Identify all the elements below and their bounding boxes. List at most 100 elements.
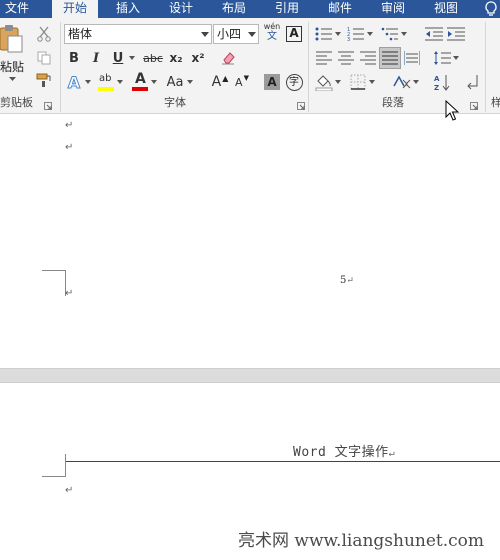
crop-mark xyxy=(42,270,66,271)
underline-dropdown-icon[interactable] xyxy=(128,48,136,68)
chinese-layout-icon[interactable] xyxy=(392,72,412,92)
superscript-button[interactable]: x² xyxy=(188,48,208,68)
borders-icon[interactable] xyxy=(348,72,368,92)
distributed-icon[interactable] xyxy=(402,48,422,68)
italic-button[interactable]: I xyxy=(86,48,106,68)
phonetic-top: wén xyxy=(263,22,281,31)
subscript-button[interactable]: x₂ xyxy=(166,48,186,68)
font-color-swatch xyxy=(132,87,148,91)
change-case-dropdown-icon[interactable] xyxy=(186,72,194,92)
font-color-dropdown-icon[interactable] xyxy=(150,72,158,92)
tab-design[interactable]: 设计 xyxy=(158,0,204,18)
tab-mailings[interactable]: 邮件 xyxy=(317,0,363,18)
tab-view[interactable]: 视图 xyxy=(423,0,469,18)
tab-home[interactable]: 开始 xyxy=(52,0,98,18)
paragraph-mark: ↵ xyxy=(65,120,74,131)
tab-references[interactable]: 引用 xyxy=(264,0,310,18)
page-gap xyxy=(0,368,500,383)
character-border-glyph: A xyxy=(286,26,302,42)
svg-text:Z: Z xyxy=(434,84,439,91)
paragraph-launcher-icon[interactable] xyxy=(470,99,478,110)
highlight-dropdown-icon[interactable] xyxy=(116,72,124,92)
footer-page-number[interactable]: 5↵ xyxy=(340,275,354,286)
font-group-label: 字体 xyxy=(164,96,186,109)
multilevel-dropdown-icon[interactable] xyxy=(400,24,408,44)
font-name-combo[interactable]: 楷体 xyxy=(64,24,212,44)
shading-icon[interactable] xyxy=(314,72,334,92)
numbering-icon[interactable]: 123 xyxy=(346,24,366,44)
line-spacing-dropdown-icon[interactable] xyxy=(452,48,460,68)
strikethrough-button[interactable]: abc xyxy=(142,48,164,68)
separator xyxy=(308,22,309,112)
header-text[interactable]: Word 文字操作↵ xyxy=(293,441,395,460)
align-left-icon[interactable] xyxy=(314,48,334,68)
highlight-button[interactable]: ab xyxy=(96,72,116,92)
line-spacing-icon[interactable] xyxy=(432,48,452,68)
format-painter-icon[interactable] xyxy=(34,70,54,90)
text-effect-glyph: A xyxy=(67,72,81,92)
paragraph-mark: ↵ xyxy=(65,288,74,299)
enclose-characters-button[interactable]: 字 xyxy=(284,72,304,92)
underline-button[interactable]: U xyxy=(108,48,128,68)
separator xyxy=(60,22,61,112)
copy-icon[interactable] xyxy=(34,48,54,68)
enclose-glyph: 字 xyxy=(285,73,303,91)
multilevel-list-icon[interactable] xyxy=(380,24,400,44)
paragraph-group-label: 段落 xyxy=(382,96,404,109)
paste-icon[interactable] xyxy=(0,24,28,54)
show-marks-icon[interactable] xyxy=(462,72,482,92)
shrink-font-button[interactable]: A ▼ xyxy=(232,72,252,92)
borders-dropdown-icon[interactable] xyxy=(368,72,376,92)
bold-glyph: B xyxy=(69,50,79,66)
font-color-glyph: A xyxy=(135,71,146,87)
shading-dropdown-icon[interactable] xyxy=(334,72,342,92)
document-page[interactable]: Word 文字操作↵ ↵ 亮术网 www.liangshunet.com xyxy=(0,383,500,560)
lightbulb-icon[interactable] xyxy=(484,1,500,18)
change-case-button[interactable]: Aa xyxy=(164,72,186,92)
tab-insert[interactable]: 插入 xyxy=(106,0,150,18)
crop-mark xyxy=(42,476,66,477)
ribbon-home: 粘贴 剪贴板 楷体 小四 wén 文 A B I U abc x₂ x² A a… xyxy=(0,18,500,114)
font-launcher-icon[interactable] xyxy=(297,99,305,110)
clipboard-launcher-icon[interactable] xyxy=(44,99,52,110)
chevron-down-icon[interactable] xyxy=(198,25,211,43)
text-effect-button[interactable]: A xyxy=(64,72,84,92)
ribbon-tab-bar: 文件 开始 插入 设计 布局 引用 邮件 审阅 视图 xyxy=(0,0,500,18)
document-page[interactable]: ↵ ↵ ↵ 5↵ xyxy=(0,115,500,368)
paste-dropdown-icon[interactable] xyxy=(8,74,16,84)
crop-mark xyxy=(65,454,66,477)
cut-icon[interactable] xyxy=(34,24,54,44)
tab-file[interactable]: 文件 xyxy=(0,0,34,18)
grow-font-button[interactable]: A ▲ xyxy=(210,72,230,92)
font-color-button[interactable]: A xyxy=(130,71,150,92)
sort-icon[interactable]: AZ xyxy=(432,72,452,92)
superscript-glyph: x² xyxy=(191,51,205,65)
italic-glyph: I xyxy=(92,50,100,66)
svg-text:3: 3 xyxy=(347,37,350,41)
numbering-dropdown-icon[interactable] xyxy=(366,24,374,44)
tab-layout[interactable]: 布局 xyxy=(211,0,257,18)
clear-formatting-icon[interactable] xyxy=(218,48,238,68)
character-shading-button[interactable]: A xyxy=(262,72,282,92)
bold-button[interactable]: B xyxy=(64,48,84,68)
chevron-down-icon[interactable] xyxy=(245,25,258,43)
bullets-icon[interactable] xyxy=(314,24,334,44)
text-effect-dropdown-icon[interactable] xyxy=(84,72,92,92)
phonetic-guide-button[interactable]: wén 文 xyxy=(262,22,282,44)
bullets-dropdown-icon[interactable] xyxy=(334,24,342,44)
justify-icon[interactable] xyxy=(379,47,401,69)
character-border-button[interactable]: A xyxy=(284,24,304,44)
decrease-indent-icon[interactable] xyxy=(424,24,444,44)
align-center-icon[interactable] xyxy=(336,48,356,68)
tab-review[interactable]: 审阅 xyxy=(370,0,416,18)
paste-button[interactable]: 粘贴 xyxy=(0,58,24,75)
separator xyxy=(485,22,486,112)
change-case-glyph: Aa xyxy=(166,74,184,90)
align-right-icon[interactable] xyxy=(358,48,378,68)
shrink-font-glyph: A xyxy=(235,75,243,89)
subscript-glyph: x₂ xyxy=(169,51,183,65)
chinese-layout-dropdown-icon[interactable] xyxy=(412,72,420,92)
increase-indent-icon[interactable] xyxy=(446,24,466,44)
styles-group-label-partial: 样 xyxy=(491,96,500,110)
font-size-combo[interactable]: 小四 xyxy=(213,24,259,44)
